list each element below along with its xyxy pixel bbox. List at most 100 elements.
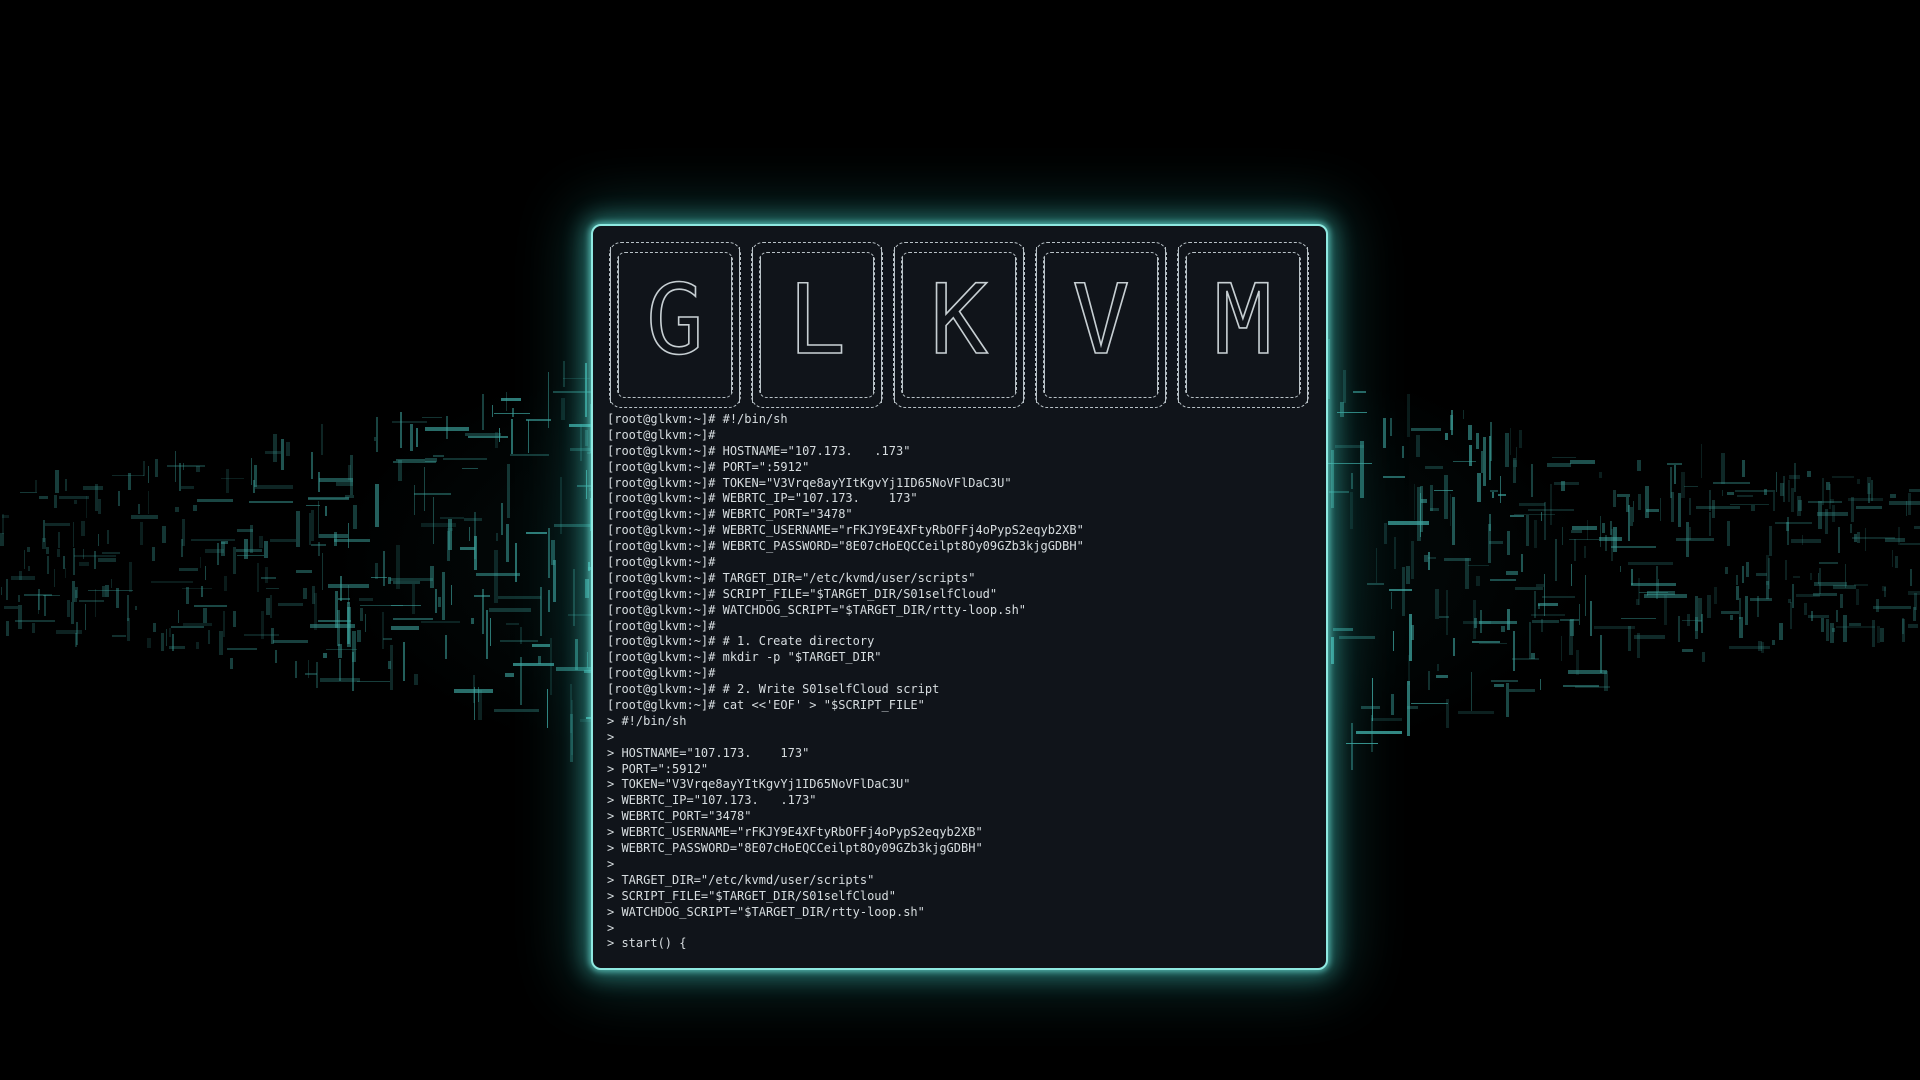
glitch-bar xyxy=(1394,537,1396,569)
glitch-bar xyxy=(1602,523,1605,533)
glitch-bar xyxy=(1367,583,1384,585)
glitch-bar xyxy=(310,624,355,628)
glitch-bar xyxy=(131,515,158,519)
glitch-bar xyxy=(501,398,521,401)
banner-letter: G xyxy=(645,263,704,377)
glitch-bar xyxy=(308,660,309,678)
glitch-bar xyxy=(1826,619,1829,641)
glitch-bar xyxy=(281,439,284,470)
glitch-bar xyxy=(1437,664,1439,671)
glitch-bar xyxy=(550,638,552,695)
glitch-bar xyxy=(1468,565,1489,566)
glitch-bar xyxy=(421,621,460,623)
glitch-bar xyxy=(1507,609,1510,630)
glitch-bar xyxy=(86,496,87,518)
glitch-bar xyxy=(445,635,447,659)
glitch-bar xyxy=(175,507,179,512)
glitch-bar xyxy=(32,623,35,633)
glitch-bar xyxy=(352,631,356,662)
glitch-bar xyxy=(148,466,149,483)
glitch-bar xyxy=(1562,527,1563,545)
glitch-bar xyxy=(1390,418,1392,436)
glitch-bar xyxy=(233,611,236,627)
glitch-bar xyxy=(1852,537,1895,539)
glitch-bar xyxy=(166,629,167,646)
glitch-bar xyxy=(430,566,434,588)
glitch-bar xyxy=(440,517,464,519)
glitch-bar xyxy=(1509,689,1535,692)
glitch-bar xyxy=(393,581,420,584)
glitch-bar xyxy=(208,630,210,644)
glitch-bar xyxy=(1838,527,1840,553)
glitch-bar xyxy=(205,566,206,580)
glitch-bar xyxy=(20,492,37,493)
glitch-bar xyxy=(498,596,541,599)
glitch-bar xyxy=(1531,653,1535,659)
glitch-bar xyxy=(46,547,49,554)
glitch-bar xyxy=(1730,615,1733,620)
glitch-bar xyxy=(1611,546,1656,548)
banner-letter-box: M xyxy=(1177,242,1309,408)
glitch-bar xyxy=(1411,541,1414,579)
glitch-bar xyxy=(1340,402,1344,417)
glitch-bar xyxy=(296,570,312,573)
glitch-bar xyxy=(1764,489,1767,495)
glitch-bar xyxy=(1353,391,1366,393)
glitch-bar xyxy=(1739,598,1741,619)
glitch-bar xyxy=(353,505,357,529)
glitch-bar xyxy=(398,460,402,481)
glitch-bar xyxy=(1474,618,1477,628)
glitch-bar xyxy=(230,658,233,669)
glitch-bar xyxy=(482,394,484,430)
glitch-bar xyxy=(357,630,361,642)
glitch-bar xyxy=(1428,671,1430,690)
glitch-bar xyxy=(548,528,550,578)
glitch-bar xyxy=(147,638,151,648)
glitch-bar xyxy=(1636,599,1639,605)
glitch-bar xyxy=(1531,464,1533,497)
glitch-bar xyxy=(1555,539,1557,581)
glitch-bar xyxy=(1646,509,1659,512)
terminal-line: > TARGET_DIR="/etc/kvmd/user/scripts" xyxy=(607,872,875,887)
glitch-bar xyxy=(1331,450,1334,508)
glitch-bar xyxy=(1794,463,1796,492)
glitch-bar xyxy=(489,608,531,612)
glitch-bar xyxy=(98,499,101,514)
glitch-bar xyxy=(237,555,264,556)
glitch-bar xyxy=(1576,650,1579,675)
glitch-bar xyxy=(1488,524,1491,563)
banner-letter-box: V xyxy=(1035,242,1167,408)
glitch-bar xyxy=(98,534,99,546)
glitch-bar xyxy=(1900,543,1920,545)
glitch-bar xyxy=(58,532,60,548)
glitch-bar xyxy=(1550,484,1552,525)
glitch-bar xyxy=(1428,552,1430,570)
terminal-window[interactable]: G L K V M [root@glkvm:~]# #!/bin/sh [roo… xyxy=(591,224,1328,970)
terminal-line: [root@glkvm:~]# WEBRTC_PASSWORD="8E07cHo… xyxy=(607,539,1084,554)
glitch-bar xyxy=(1587,520,1588,540)
glitch-bar xyxy=(321,424,323,455)
glitch-bar xyxy=(383,551,385,586)
glitch-bar xyxy=(254,465,257,487)
glitch-bar xyxy=(1796,594,1820,597)
terminal-line: [root@glkvm:~]# # 2. Write S01selfCloud … xyxy=(607,682,940,697)
glitch-bar xyxy=(305,673,317,675)
terminal-line: [root@glkvm:~]# SCRIPT_FILE="$TARGET_DIR… xyxy=(607,586,998,601)
glitch-bar xyxy=(451,585,452,605)
glitch-bar xyxy=(15,620,55,622)
glitch-bar xyxy=(1854,584,1868,586)
terminal-line: > start() { xyxy=(607,936,687,951)
glitch-bar xyxy=(1638,494,1641,510)
glitch-bar xyxy=(223,611,225,637)
glitch-bar xyxy=(1476,433,1479,449)
glitch-bar xyxy=(227,648,257,650)
glitch-bar xyxy=(1536,584,1544,587)
glitch-bar xyxy=(1910,569,1912,586)
glitch-bar xyxy=(162,526,166,543)
glitch-bar xyxy=(1552,457,1576,458)
glitch-bar xyxy=(318,501,319,538)
glitch-bar xyxy=(140,522,143,545)
terminal-output[interactable]: [root@glkvm:~]# #!/bin/sh [root@glkvm:~]… xyxy=(607,412,1317,952)
glitch-bar xyxy=(1678,616,1680,642)
glitch-bar xyxy=(1785,560,1787,580)
